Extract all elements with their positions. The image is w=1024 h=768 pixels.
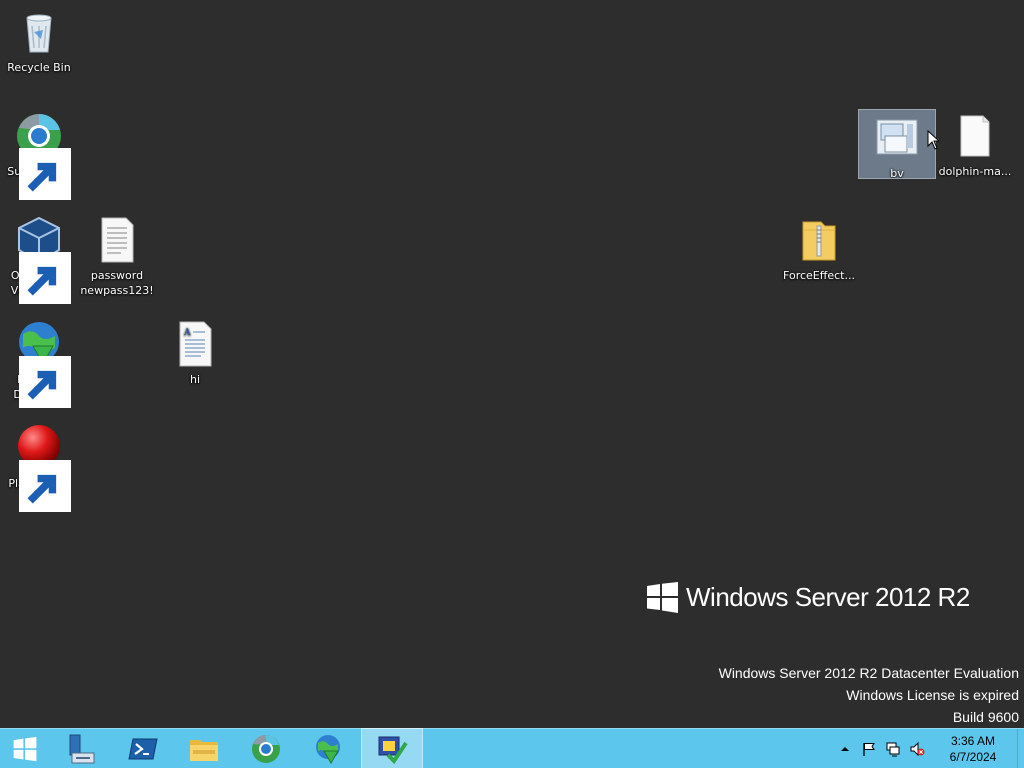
powershell-icon	[128, 738, 158, 759]
mouse-cursor-icon	[927, 130, 939, 150]
shortcut-arrow-icon	[19, 148, 71, 200]
desktop-icon-label: password newpass123!	[80, 269, 154, 297]
network-icon	[886, 742, 900, 756]
shortcut-arrow-icon	[19, 252, 71, 304]
image-file-icon	[871, 112, 923, 164]
flag-icon	[863, 742, 875, 756]
show-desktop-button[interactable]	[1017, 729, 1024, 768]
desktop-icon-platfos[interactable]: PlatfOS Pre Beta	[1, 420, 77, 512]
taskbar-clock[interactable]: 3:36 AM 6/7/2024	[933, 733, 1013, 765]
desktop-icon-label: bv	[890, 167, 904, 180]
chevron-up-icon	[841, 746, 849, 751]
desktop-icon-label: dolphin-ma...	[938, 165, 1012, 178]
desktop-icon-password-file[interactable]: password newpass123!	[79, 212, 155, 298]
taskbar-supermium[interactable]	[236, 729, 296, 768]
desktop-icon-virtualbox[interactable]: Oracle VM VirtualBox	[1, 212, 77, 304]
server-manager-icon	[69, 734, 95, 763]
start-button[interactable]	[0, 729, 50, 768]
action-center-button[interactable]	[859, 739, 879, 759]
supermium-icon	[252, 734, 280, 763]
zip-folder-icon	[793, 214, 845, 266]
taskbar: 3:36 AM 6/7/2024	[0, 728, 1024, 768]
svg-text:A: A	[183, 328, 191, 338]
desktop-icon-recycle-bin[interactable]: Recycle Bin	[1, 4, 77, 75]
desktop-icon-label: Recycle Bin	[7, 61, 71, 74]
file-explorer-icon	[190, 739, 218, 761]
system-tray: 3:36 AM 6/7/2024	[833, 729, 1024, 768]
shortcut-arrow-icon	[19, 460, 71, 512]
text-file-icon	[91, 214, 143, 266]
internet-download-manager-icon	[316, 734, 340, 764]
taskbar-server-manager[interactable]	[52, 729, 112, 768]
taskbar-file-explorer[interactable]	[174, 729, 234, 768]
internet-download-manager-icon	[13, 318, 71, 408]
shortcut-arrow-icon	[19, 356, 71, 408]
taskbar-internet-download-manager[interactable]	[298, 729, 358, 768]
watermark-build: Build 9600	[952, 709, 1019, 725]
desktop-icon-supermium[interactable]: Supermium	[1, 108, 77, 200]
desktop-icon-bv[interactable]: bv	[858, 109, 936, 180]
desktop-icon-label: hi	[189, 373, 201, 386]
document-file-icon: A	[169, 318, 221, 370]
desktop-icon-internet-download-manager[interactable]: Internet Downlo...	[1, 316, 77, 408]
clock-time: 3:36 AM	[950, 733, 996, 748]
desktop-icon-forceeffect[interactable]: ForceEffect...	[781, 212, 857, 283]
watermark-license-status: Windows License is expired	[846, 687, 1019, 703]
recycle-bin-icon	[13, 6, 65, 58]
volume-button[interactable]	[907, 739, 927, 759]
blank-file-icon	[949, 110, 1001, 162]
desktop-icon-hi-document[interactable]: A hi	[157, 316, 233, 387]
license-watermark: Windows Server 2012 R2 Datacenter Evalua…	[719, 662, 1019, 728]
volume-muted-icon	[910, 741, 925, 756]
supermium-icon	[13, 110, 71, 200]
virtualbox-icon	[13, 214, 71, 304]
windows-logo-icon	[647, 582, 678, 613]
show-hidden-icons-button[interactable]	[835, 739, 855, 759]
network-button[interactable]	[883, 739, 903, 759]
taskbar-powershell[interactable]	[113, 729, 173, 768]
desktop-icon-dolphin[interactable]: dolphin-ma...	[936, 108, 1014, 179]
taskbar-active-app[interactable]	[361, 728, 423, 768]
watermark-edition: Windows Server 2012 R2 Datacenter Evalua…	[718, 665, 1019, 681]
active-app-icon	[378, 736, 408, 764]
clock-date: 6/7/2024	[949, 749, 997, 764]
os-branding: Windows Server 2012 R2	[647, 582, 970, 613]
os-name: Windows Server 2012 R2	[686, 582, 970, 612]
red-sphere-icon	[13, 422, 71, 512]
desktop-icon-label: ForceEffect...	[783, 269, 855, 282]
start-icon	[13, 736, 37, 761]
